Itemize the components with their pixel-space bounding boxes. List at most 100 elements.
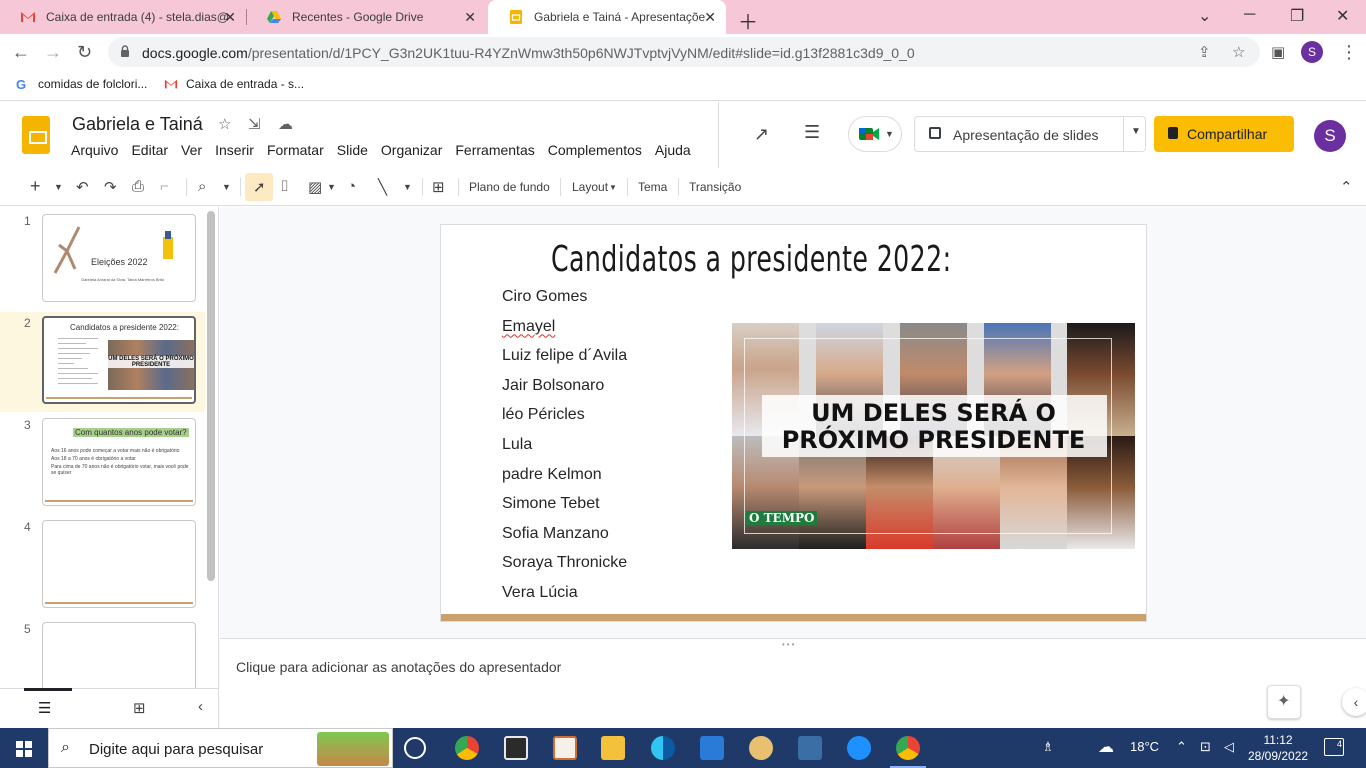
bookmark-star-icon[interactable]: ☆ — [1232, 43, 1245, 61]
share-page-icon[interactable]: ⇪ — [1198, 43, 1211, 61]
close-icon[interactable]: ✕ — [464, 9, 476, 26]
chrome-profile-icon[interactable] — [890, 736, 926, 768]
app-icon[interactable] — [847, 736, 871, 760]
back-icon[interactable]: ← — [12, 42, 30, 63]
zoom-icon[interactable]: ⌕ — [198, 178, 206, 195]
undo-icon[interactable]: ↶ — [76, 178, 89, 196]
bookmark-item[interactable]: Caixa de entrada - s... — [164, 77, 304, 91]
document-title[interactable]: Gabriela e Tainá — [72, 114, 203, 135]
people-icon[interactable]: ♗ — [1042, 739, 1054, 755]
slide-title[interactable]: Candidatos a presidente 2022: — [551, 239, 951, 280]
minimize-icon[interactable]: ─ — [1244, 6, 1255, 24]
paint-format-icon[interactable]: ⌐ — [160, 178, 169, 195]
menu-complementos[interactable]: Complementos — [548, 142, 642, 158]
transition-button[interactable]: Transição — [689, 180, 741, 194]
bookmark-item[interactable]: G comidas de folclori... — [16, 77, 147, 92]
shape-icon[interactable]: ◔ — [347, 178, 356, 195]
chevron-down-icon[interactable]: ▼ — [327, 182, 336, 192]
slide-thumbnail-1[interactable]: Eleições 2022 Gabriela Amaral da Sivla, … — [42, 214, 196, 302]
meet-button[interactable]: ▼ — [848, 116, 902, 152]
theme-button[interactable]: Tema — [638, 180, 667, 194]
line-icon[interactable]: ╲ — [378, 178, 387, 196]
activity-trend-icon[interactable]: ↗ — [754, 124, 769, 145]
slide-thumbnail-4[interactable] — [42, 520, 196, 608]
layout-button[interactable]: Layout — [572, 180, 608, 194]
filmstrip-view-icon[interactable]: ☰ — [38, 699, 51, 717]
cloud-status-icon[interactable]: ☁ — [278, 115, 293, 133]
lock-icon[interactable] — [120, 45, 130, 57]
taskbar-search[interactable]: ⌕ Digite aqui para pesquisar — [48, 728, 393, 768]
window-close-icon[interactable]: ✕ — [1336, 6, 1349, 26]
paint-icon[interactable] — [749, 736, 773, 760]
address-bar[interactable]: docs.google.com/presentation/d/1PCY_G3n2… — [108, 37, 1260, 67]
chevron-down-icon[interactable]: ▼ — [1131, 126, 1141, 137]
side-panel-expand-icon[interactable]: ‹ — [1342, 688, 1366, 716]
notification-icon[interactable]: 4 — [1324, 738, 1344, 756]
notes-placeholder[interactable]: Clique para adicionar as anotações do ap… — [236, 659, 561, 675]
move-folder-icon[interactable]: ⇲ — [248, 115, 261, 133]
chevron-up-icon[interactable]: ⌃ — [1176, 739, 1187, 755]
select-cursor-icon[interactable]: ➚ — [253, 178, 266, 196]
browser-profile-avatar[interactable]: S — [1301, 41, 1323, 63]
redo-icon[interactable]: ↷ — [104, 178, 117, 196]
notes-resize-handle[interactable]: ••• — [220, 638, 1366, 649]
close-icon[interactable]: ✕ — [224, 9, 236, 26]
share-button[interactable]: Compartilhar — [1154, 116, 1294, 152]
explore-icon[interactable] — [1267, 685, 1301, 719]
slides-logo-icon[interactable] — [22, 116, 50, 154]
edge-icon[interactable] — [651, 736, 675, 760]
menu-ajuda[interactable]: Ajuda — [655, 142, 691, 158]
file-explorer-icon[interactable] — [601, 736, 625, 760]
slideshow-button[interactable]: Apresentação de slides ▼ — [914, 116, 1146, 152]
menu-arquivo[interactable]: Arquivo — [71, 142, 118, 158]
chevron-down-icon[interactable]: ▼ — [222, 182, 231, 192]
menu-editar[interactable]: Editar — [131, 142, 168, 158]
new-slide-icon[interactable]: + — [30, 176, 41, 197]
temperature[interactable]: 18°C — [1130, 739, 1159, 754]
chevron-down-icon[interactable]: ▼ — [54, 182, 63, 192]
volume-icon[interactable]: ◁ — [1224, 739, 1234, 755]
chevron-down-icon[interactable]: ▼ — [609, 183, 617, 192]
chrome-icon[interactable] — [455, 736, 479, 760]
spreadsheet-app-icon[interactable] — [798, 736, 822, 760]
system-clock[interactable]: 11:12 28/09/2022 — [1248, 732, 1308, 764]
windows-start-icon[interactable] — [16, 741, 32, 757]
image-icon[interactable]: ▨ — [308, 178, 322, 196]
print-icon[interactable]: ⎙ — [132, 178, 144, 195]
collapse-filmstrip-icon[interactable]: ‹ — [198, 698, 203, 715]
document-app-icon[interactable] — [553, 736, 577, 760]
account-avatar[interactable]: S — [1314, 120, 1346, 152]
star-icon[interactable]: ☆ — [218, 115, 231, 133]
add-comment-icon[interactable]: ⊞ — [432, 178, 445, 196]
close-icon[interactable]: ✕ — [704, 9, 716, 26]
menu-ferramentas[interactable]: Ferramentas — [455, 142, 534, 158]
grid-view-icon[interactable]: ⊞ — [133, 699, 146, 717]
tab-search-chevron-icon[interactable]: ⌄ — [1198, 6, 1211, 26]
speaker-notes[interactable]: Clique para adicionar as anotações do ap… — [220, 648, 1366, 728]
tab-slides[interactable]: Gabriela e Tainá - Apresentações ✕ — [488, 0, 726, 34]
tab-gmail[interactable]: Caixa de entrada (4) - stela.dias@ ✕ — [0, 0, 246, 34]
menu-slide[interactable]: Slide — [337, 142, 368, 158]
menu-formatar[interactable]: Formatar — [267, 142, 324, 158]
mail-icon[interactable] — [700, 736, 724, 760]
menu-ver[interactable]: Ver — [181, 142, 202, 158]
slide-thumbnail-3[interactable]: Com quantos anos pode votar? Aos 16 anos… — [42, 418, 196, 506]
reload-icon[interactable]: ↻ — [77, 42, 92, 63]
slide[interactable]: Candidatos a presidente 2022: Ciro Gomes… — [440, 224, 1147, 622]
collapse-menus-icon[interactable]: ⌃ — [1340, 178, 1353, 196]
slide-thumbnail-5[interactable] — [42, 622, 196, 688]
new-tab-icon[interactable]: ＋ — [738, 6, 758, 35]
text-box-icon[interactable]: ⌷ — [280, 178, 289, 195]
menu-inserir[interactable]: Inserir — [215, 142, 254, 158]
side-panel-icon[interactable]: ▣ — [1271, 43, 1285, 61]
weather-icon[interactable]: ☁ — [1098, 737, 1114, 757]
restore-icon[interactable]: ❐ — [1290, 6, 1304, 26]
store-icon[interactable] — [504, 736, 528, 760]
browser-menu-icon[interactable]: ⋮ — [1340, 42, 1358, 63]
candidates-photo[interactable]: UM DELES SERÁ O PRÓXIMO PRESIDENTE O TEM… — [732, 323, 1135, 549]
candidate-list[interactable]: Ciro Gomes Emayel Luiz felipe d´Avila Ja… — [502, 287, 627, 613]
filmstrip-scrollbar[interactable] — [207, 211, 215, 581]
slide-thumbnail-2[interactable]: Candidatos a presidente 2022: UM DELES S… — [42, 316, 196, 404]
chevron-down-icon[interactable]: ▼ — [403, 182, 412, 192]
background-button[interactable]: Plano de fundo — [469, 180, 550, 194]
